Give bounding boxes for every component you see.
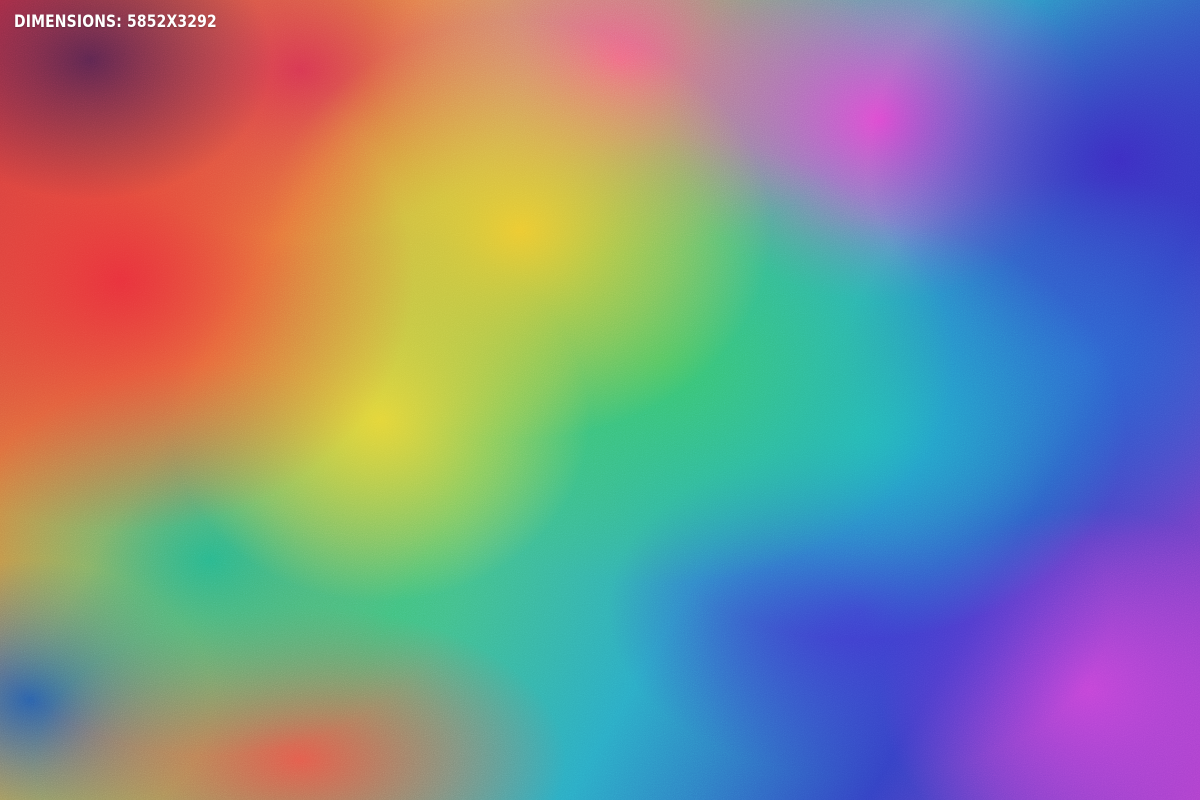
noise-grain-overlay (0, 0, 1200, 800)
dimensions-caption: DIMENSIONS: 5852X3292 (14, 12, 217, 32)
rainbow-gradient-background: DIMENSIONS: 5852X3292 (0, 0, 1200, 800)
